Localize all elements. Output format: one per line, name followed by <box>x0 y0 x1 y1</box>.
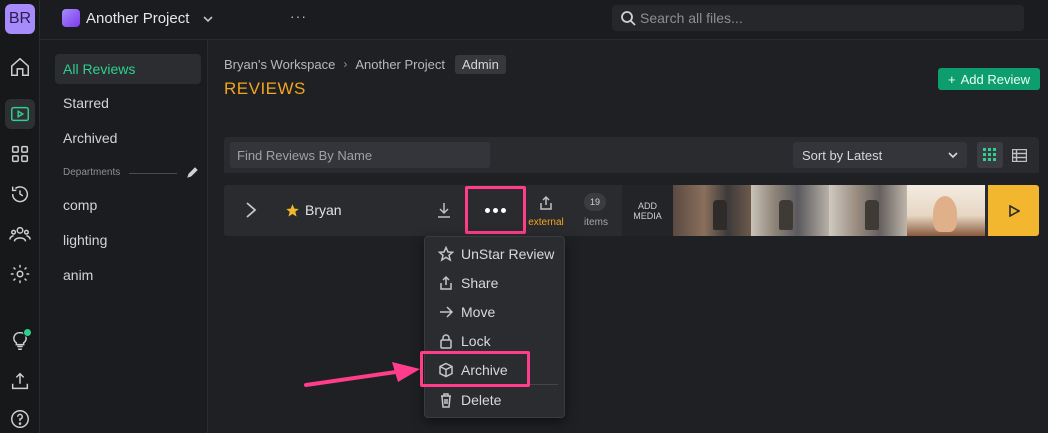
highlight-more-button <box>465 186 526 234</box>
sidebar-item-starred[interactable]: Starred <box>55 88 201 118</box>
review-row[interactable]: Bryan external 19 items ADD MEDIA <box>224 185 1039 236</box>
departments-divider <box>129 173 177 174</box>
trash-icon <box>441 392 451 408</box>
list-icon <box>1011 148 1027 162</box>
upload-icon[interactable] <box>5 366 35 396</box>
notification-dot <box>23 328 32 337</box>
breadcrumb: Bryan's Workspace › Another Project Admi… <box>224 54 506 74</box>
sidebar-item-anim[interactable]: anim <box>55 260 201 290</box>
pencil-icon[interactable] <box>186 166 199 179</box>
breadcrumb-project[interactable]: Another Project <box>355 57 445 72</box>
sidebar-item-lighting[interactable]: lighting <box>55 225 201 255</box>
top-bar: Another Project ··· <box>40 0 1048 40</box>
share-icon <box>540 195 552 210</box>
share-external-button[interactable]: external <box>526 193 566 231</box>
sort-select[interactable]: Sort by Latest <box>793 142 967 168</box>
media-thumbnail[interactable] <box>907 185 985 236</box>
global-search[interactable] <box>612 5 1024 31</box>
review-context-menu: UnStar Review Share Move Lock Archive De… <box>424 236 565 418</box>
menu-item-label: Share <box>461 274 499 291</box>
page-title: REVIEWS <box>224 79 306 98</box>
chevron-right-icon: › <box>343 57 348 71</box>
avatar[interactable]: BR <box>5 4 35 34</box>
menu-item-label: UnStar Review <box>461 245 555 262</box>
menu-item-delete[interactable]: Delete <box>425 385 566 414</box>
sidebar: All Reviews Starred Archived Departments… <box>40 40 208 433</box>
menu-item-share[interactable]: Share <box>425 268 566 297</box>
lock-icon <box>440 333 452 349</box>
icon-rail: BR <box>0 0 40 433</box>
add-media-label-line1: ADD <box>637 200 657 211</box>
sidebar-item-all-reviews[interactable]: All Reviews <box>55 54 201 84</box>
media-thumbnails[interactable] <box>673 185 988 236</box>
pointer-arrow-icon <box>304 362 420 387</box>
departments-heading: Departments <box>63 167 121 178</box>
more-options-button[interactable]: ··· <box>290 8 310 28</box>
sort-label: Sort by Latest <box>802 147 883 163</box>
share-icon <box>440 275 452 290</box>
home-icon[interactable] <box>5 52 35 82</box>
download-icon[interactable] <box>436 201 452 219</box>
grid-view-toggle[interactable] <box>977 142 1003 168</box>
help-icon[interactable] <box>5 404 35 433</box>
play-icon <box>1008 204 1020 217</box>
plus-icon: + <box>948 71 956 87</box>
chevron-down-icon <box>948 152 958 159</box>
project-switcher[interactable]: Another Project <box>86 10 189 27</box>
search-icon <box>621 11 636 26</box>
item-count-badge: 19 <box>584 193 606 211</box>
highlight-archive-item <box>420 351 530 387</box>
chevron-down-icon[interactable] <box>201 12 215 26</box>
star-icon[interactable] <box>285 203 300 218</box>
media-thumbnail[interactable] <box>673 185 751 236</box>
menu-item-label: Move <box>461 303 496 320</box>
menu-item-label: Lock <box>461 332 491 349</box>
media-thumbnail[interactable] <box>829 185 907 236</box>
menu-item-label: Delete <box>461 391 502 408</box>
play-review-button[interactable] <box>988 185 1039 236</box>
settings-gear-icon[interactable] <box>5 259 35 289</box>
items-label: items <box>584 217 608 228</box>
app-window: BR Another Project ··· Search all files.… <box>0 0 1048 433</box>
breadcrumb-workspace[interactable]: Bryan's Workspace <box>224 57 335 72</box>
media-thumbnail[interactable] <box>751 185 829 236</box>
menu-item-unstar-review[interactable]: UnStar Review <box>425 239 566 268</box>
history-icon[interactable] <box>5 179 35 209</box>
find-reviews-input[interactable] <box>230 142 490 168</box>
list-view-toggle[interactable] <box>1006 142 1032 168</box>
add-review-label: Add Review <box>960 71 1030 87</box>
project-icon <box>62 9 80 27</box>
reviews-play-icon[interactable] <box>5 99 35 129</box>
grid-icon <box>983 148 996 161</box>
star-icon <box>438 245 454 262</box>
sidebar-item-archived[interactable]: Archived <box>55 123 201 153</box>
share-label: external <box>528 217 564 228</box>
users-icon[interactable] <box>5 219 35 249</box>
grid-apps-icon[interactable] <box>5 139 35 169</box>
sidebar-item-comp[interactable]: comp <box>55 190 201 220</box>
chevron-right-icon[interactable] <box>242 200 260 220</box>
menu-item-move[interactable]: Move <box>425 297 566 326</box>
filter-bar: Sort by Latest <box>224 137 1039 173</box>
item-count: 19 items <box>577 193 615 231</box>
review-name[interactable]: Bryan <box>305 202 342 218</box>
add-media-button[interactable]: ADD MEDIA <box>622 185 673 236</box>
arrow-right-icon <box>440 305 454 318</box>
add-review-button[interactable]: + Add Review <box>938 68 1040 90</box>
search-input[interactable] <box>640 8 1010 28</box>
role-badge: Admin <box>454 54 506 74</box>
add-media-label-line2: MEDIA <box>633 210 662 221</box>
